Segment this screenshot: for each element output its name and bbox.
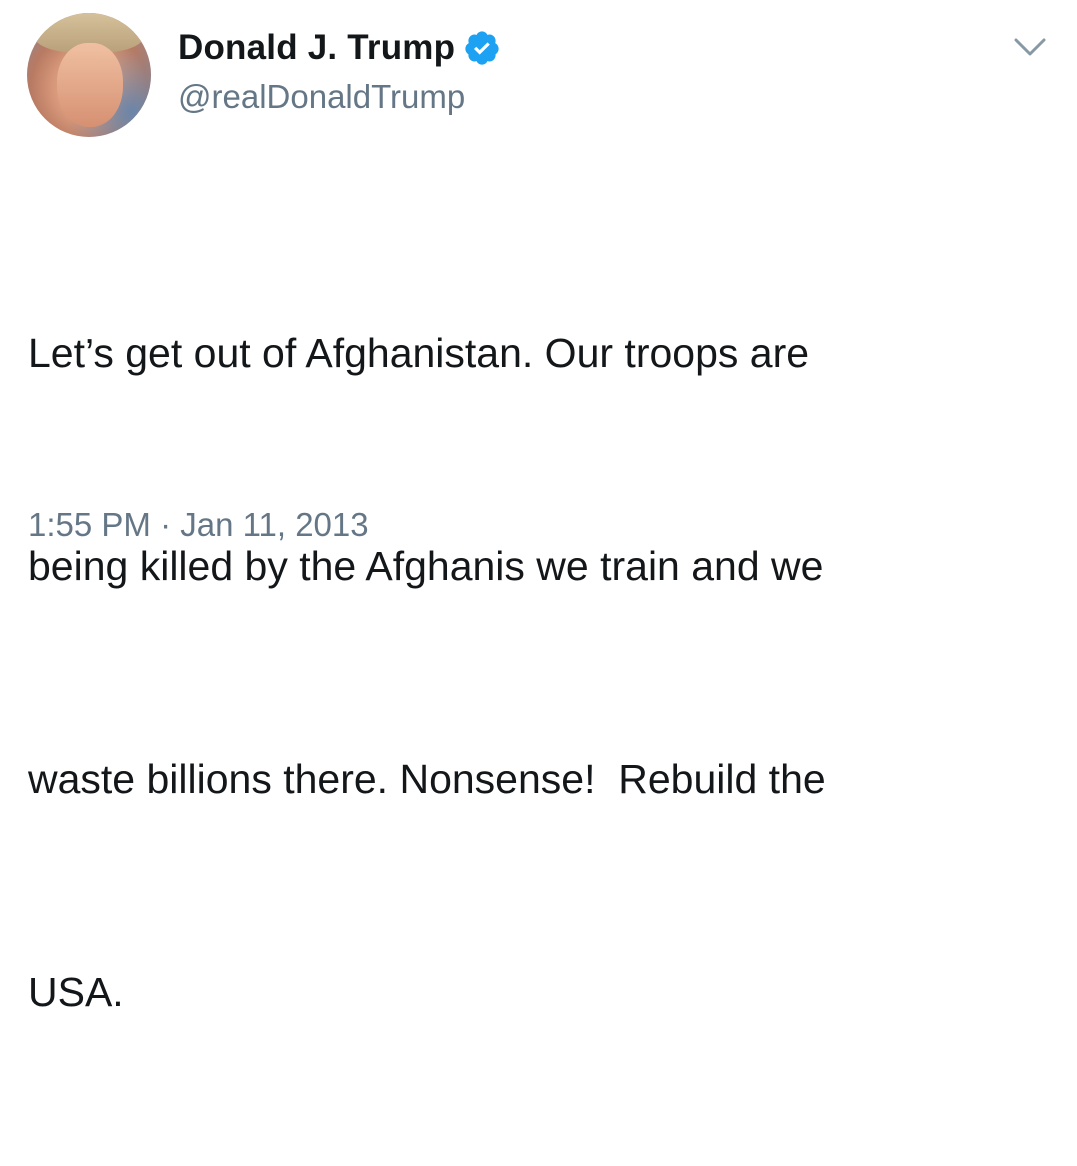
tweet-card: Donald J. Trump @realDonaldTrump Let’s g…	[0, 0, 1077, 1015]
tweet-text: Let’s get out of Afghanistan. Our troops…	[28, 176, 1038, 1166]
tweet-text-line: USA.	[28, 969, 124, 1015]
user-handle[interactable]: @realDonaldTrump	[178, 78, 465, 116]
tweet-text-line: waste billions there. Nonsense! Rebuild …	[28, 756, 826, 802]
chevron-down-icon[interactable]	[1012, 32, 1048, 60]
avatar[interactable]	[27, 13, 151, 137]
avatar-face	[57, 43, 123, 127]
verified-badge-icon	[465, 31, 499, 65]
tweet-timestamp[interactable]: 1:55 PM · Jan 11, 2013	[28, 506, 369, 544]
display-name[interactable]: Donald J. Trump	[178, 28, 455, 68]
tweet-text-line: Let’s get out of Afghanistan. Our troops…	[28, 330, 810, 376]
user-name-row: Donald J. Trump	[178, 24, 501, 72]
